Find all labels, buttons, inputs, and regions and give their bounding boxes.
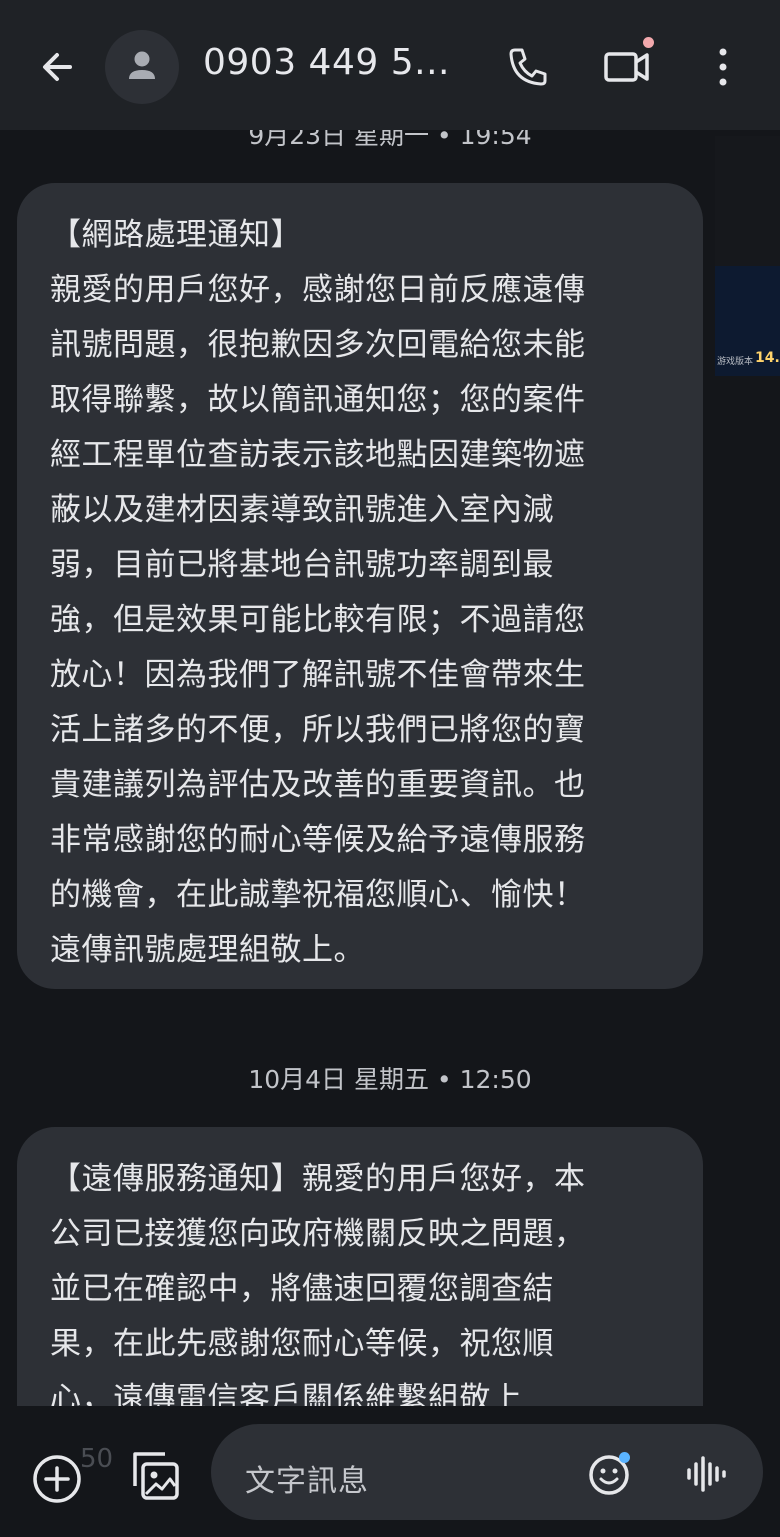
- person-icon: [129, 51, 155, 79]
- voice-waveform-icon: [687, 1456, 726, 1492]
- message-timestamp: 10月4日 星期五 • 12:50: [248, 1065, 532, 1094]
- contact-avatar[interactable]: [105, 30, 179, 104]
- message-bubble[interactable]: 【遠傳服務通知】親愛的用戶您好，本 公司已接獲您向政府機關反映之問題， 並已在確…: [17, 1127, 703, 1447]
- video-camera-icon: [604, 52, 649, 82]
- message-input-placeholder: 文字訊息: [245, 1464, 369, 1499]
- back-button[interactable]: [30, 40, 86, 96]
- message-input[interactable]: 文字訊息: [211, 1424, 763, 1520]
- compose-bar: 50 文字訊息: [0, 1406, 780, 1537]
- video-badge-dot: [643, 37, 654, 48]
- contact-title[interactable]: 0903 449 5...: [203, 42, 453, 83]
- ghost-number: 50: [80, 1444, 114, 1474]
- thumbnail-version: 14.18: [755, 350, 780, 366]
- video-call-button[interactable]: [600, 42, 656, 92]
- call-button[interactable]: [503, 42, 553, 92]
- phone-icon: [509, 48, 547, 86]
- add-circle-icon: [33, 1455, 81, 1503]
- thumbnail-caption: 游戏版本: [717, 357, 754, 367]
- message-bubble[interactable]: 【網路處理通知】 親愛的用戶您好，感謝您日前反應遠傳 訊號問題，很抱歉因多次回電…: [17, 183, 703, 989]
- more-options-button[interactable]: [706, 42, 740, 92]
- arrow-left-icon: [43, 53, 72, 81]
- add-attachment-button[interactable]: [30, 1452, 84, 1506]
- emoji-badge-dot: [619, 1452, 630, 1463]
- gallery-icon: [133, 1452, 179, 1500]
- side-thumbnail: 游戏版本 14.18: [715, 136, 780, 376]
- more-vertical-icon: [719, 48, 727, 86]
- gallery-button[interactable]: [127, 1446, 183, 1506]
- voice-message-button[interactable]: [685, 1452, 727, 1496]
- app-bar: 0903 449 5...: [0, 0, 780, 130]
